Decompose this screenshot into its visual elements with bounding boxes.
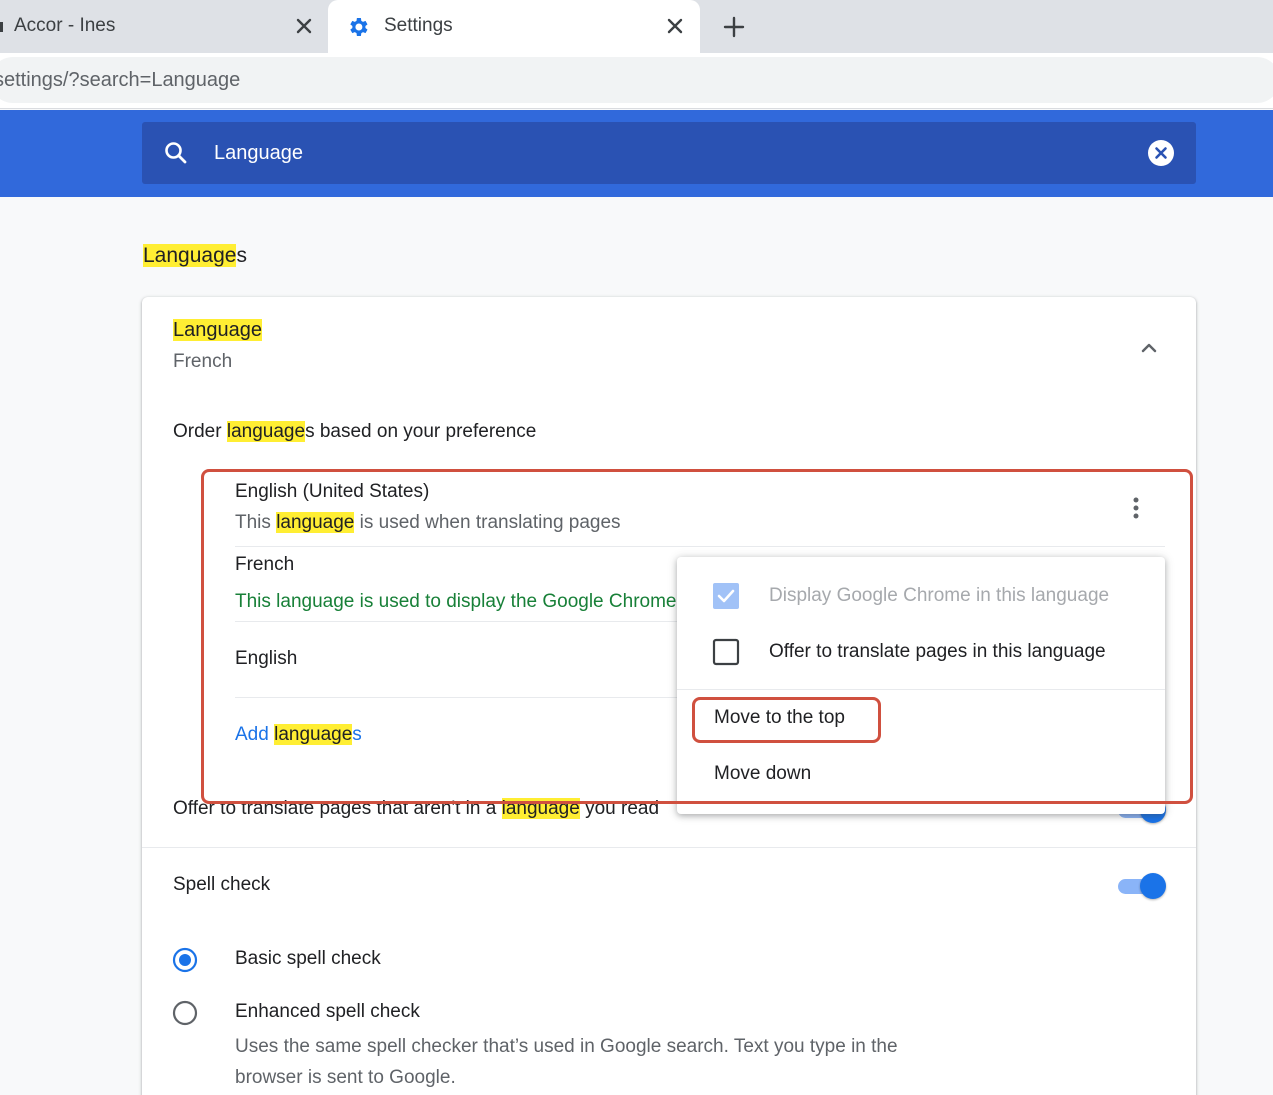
close-icon[interactable]: [661, 12, 689, 40]
url-text[interactable]: settings/?search=Language: [0, 69, 240, 92]
annotation-box-language-list: [201, 469, 1193, 804]
basic-spell-check-radio[interactable]: [172, 947, 198, 973]
tab-settings[interactable]: Settings: [328, 0, 700, 53]
divider: [142, 847, 1196, 848]
tab-accor[interactable]: Accor - Ines: [0, 0, 328, 53]
current-language-value: French: [173, 351, 233, 372]
tab-title: Accor - Ines: [14, 15, 116, 36]
tab-strip: Accor - Ines Settings: [0, 0, 1273, 53]
spell-check-label: Spell check: [173, 874, 271, 895]
order-languages-label: Order languages based on your preference: [173, 421, 537, 442]
gear-icon: [350, 18, 368, 36]
close-icon[interactable]: [290, 12, 318, 40]
browser-toolbar: settings/?search=Language: [0, 53, 1273, 109]
tab-title: Settings: [384, 15, 453, 36]
basic-spell-check-label[interactable]: Basic spell check: [235, 948, 381, 970]
chevron-up-icon[interactable]: [1136, 335, 1162, 361]
language-heading[interactable]: Language: [173, 319, 262, 342]
annotation-box-move-to-top: [692, 697, 881, 743]
clear-search-icon[interactable]: [1147, 139, 1175, 167]
new-tab-plus-icon[interactable]: [719, 12, 749, 42]
enhanced-spell-check-description: Uses the same spell checker that’s used …: [235, 1036, 898, 1088]
enhanced-spell-check-label[interactable]: Enhanced spell check: [235, 1001, 420, 1023]
enhanced-spell-check-radio[interactable]: [172, 1000, 198, 1026]
toggle-knob: [1140, 873, 1166, 899]
search-icon: [165, 142, 187, 164]
spell-check-toggle[interactable]: [1116, 872, 1166, 900]
section-title-languages: Languages: [143, 244, 247, 267]
search-input[interactable]: Language: [214, 142, 303, 165]
